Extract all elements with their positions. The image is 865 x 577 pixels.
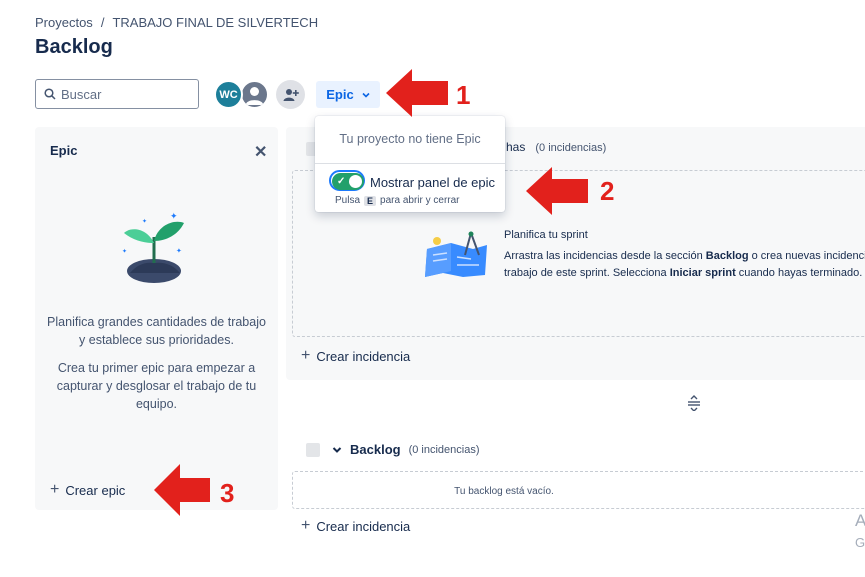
- sprint-plan-description: Arrastra las incidencias desde la secció…: [504, 248, 865, 282]
- sprint-name: has: [506, 140, 526, 154]
- sprint-planning-illustration: [425, 231, 487, 277]
- epic-panel-cta-text: Crea tu primer epic para empezar a captu…: [56, 361, 257, 411]
- create-epic-button[interactable]: + Crear epic: [50, 481, 125, 499]
- annotation-arrow-2-icon: [526, 167, 588, 215]
- breadcrumb-projects-link[interactable]: Proyectos: [35, 15, 93, 30]
- epic-dropdown-empty-text: Tu proyecto no tiene Epic: [339, 132, 481, 146]
- annotation-number-1: 1: [456, 80, 471, 110]
- annotation-number-2: 2: [600, 176, 615, 206]
- backlog-select-checkbox[interactable]: [306, 442, 320, 457]
- svg-text:✦: ✦: [176, 247, 182, 255]
- search-input[interactable]: [61, 85, 191, 103]
- keyboard-hint: Pulsa E para abrir y cerrar: [335, 195, 460, 206]
- show-epic-panel-toggle[interactable]: ✓: [332, 173, 364, 190]
- backlog-empty-text: Tu backlog está vacío.: [454, 486, 554, 497]
- create-epic-label: Crear epic: [65, 482, 126, 498]
- breadcrumb-separator: /: [100, 15, 105, 30]
- chevron-down-icon: [362, 92, 370, 98]
- add-person-icon: [283, 88, 299, 101]
- breadcrumb-project-link[interactable]: TRABAJO FINAL DE SILVERTECH: [112, 15, 318, 30]
- epic-panel: Epic ✕ ✦ ✦ ✦ ✦ Planifica grandes cantida…: [35, 127, 278, 510]
- svg-text:✦: ✦: [170, 212, 178, 222]
- annotation-number-3: 3: [220, 478, 235, 508]
- plus-icon: +: [301, 347, 311, 364]
- avatar-wc[interactable]: WC: [214, 80, 243, 109]
- divider: [315, 163, 505, 164]
- epic-panel-title: Epic: [50, 143, 78, 158]
- page-title: Backlog: [35, 36, 113, 58]
- svg-text:✦: ✦: [142, 218, 147, 225]
- svg-text:✦: ✦: [122, 248, 127, 255]
- backlog-count: (0 incidencias): [408, 443, 480, 456]
- chevron-down-icon[interactable]: [332, 446, 342, 454]
- hint-suffix: para abrir y cerrar: [380, 195, 460, 206]
- epic-dropdown-menu: Tu proyecto no tiene Epic ✓ Mostrar pane…: [315, 116, 505, 212]
- epic-filter-button[interactable]: Epic: [316, 81, 380, 108]
- toggle-knob: [349, 175, 362, 188]
- keyboard-key-e: E: [364, 195, 377, 206]
- plant-illustration: ✦ ✦ ✦ ✦: [122, 212, 184, 283]
- epic-panel-description: Planifica grandes cantidades de trabajo …: [47, 315, 266, 347]
- breadcrumb: Proyectos / TRABAJO FINAL DE SILVERTECH: [35, 15, 318, 30]
- user-icon: [245, 87, 264, 105]
- annotation-arrow-3-icon: [154, 464, 210, 516]
- backlog-header: Backlog (0 incidencias): [306, 442, 480, 457]
- right-edge-text: A G: [855, 510, 865, 554]
- sprint-create-issue-button[interactable]: + Crear incidencia: [301, 347, 410, 365]
- backlog-title: Backlog: [350, 442, 401, 457]
- epic-filter-label: Epic: [326, 87, 354, 102]
- backlog-create-issue-label: Crear incidencia: [316, 518, 411, 534]
- add-people-button[interactable]: [276, 80, 305, 109]
- annotation-arrow-1-icon: [386, 69, 448, 117]
- hint-prefix: Pulsa: [335, 195, 361, 206]
- close-icon[interactable]: ✕: [254, 142, 267, 162]
- sprint-count: (0 incidencias): [535, 142, 607, 154]
- resize-handle-icon[interactable]: [687, 395, 701, 411]
- backlog-create-issue-button[interactable]: + Crear incidencia: [301, 517, 410, 535]
- right-edge-line-2: G: [855, 535, 865, 550]
- sprint-desc-line-1: Arrastra las incidencias desde la secció…: [504, 250, 865, 262]
- sprint-plan-title: Planifica tu sprint: [504, 229, 588, 241]
- plus-icon: +: [301, 517, 311, 534]
- right-edge-line-1: A: [855, 511, 865, 530]
- plus-icon: +: [50, 481, 60, 498]
- search-box[interactable]: [35, 79, 199, 109]
- sprint-desc-line-2: trabajo de este sprint. Selecciona Inici…: [504, 267, 863, 279]
- sprint-header: has (0 incidencias): [506, 140, 606, 154]
- sprint-create-issue-label: Crear incidencia: [316, 348, 411, 364]
- search-icon: [44, 88, 56, 100]
- user-avatar[interactable]: [240, 80, 269, 109]
- show-epic-panel-label[interactable]: Mostrar panel de epic: [370, 175, 495, 190]
- check-icon: ✓: [337, 176, 346, 187]
